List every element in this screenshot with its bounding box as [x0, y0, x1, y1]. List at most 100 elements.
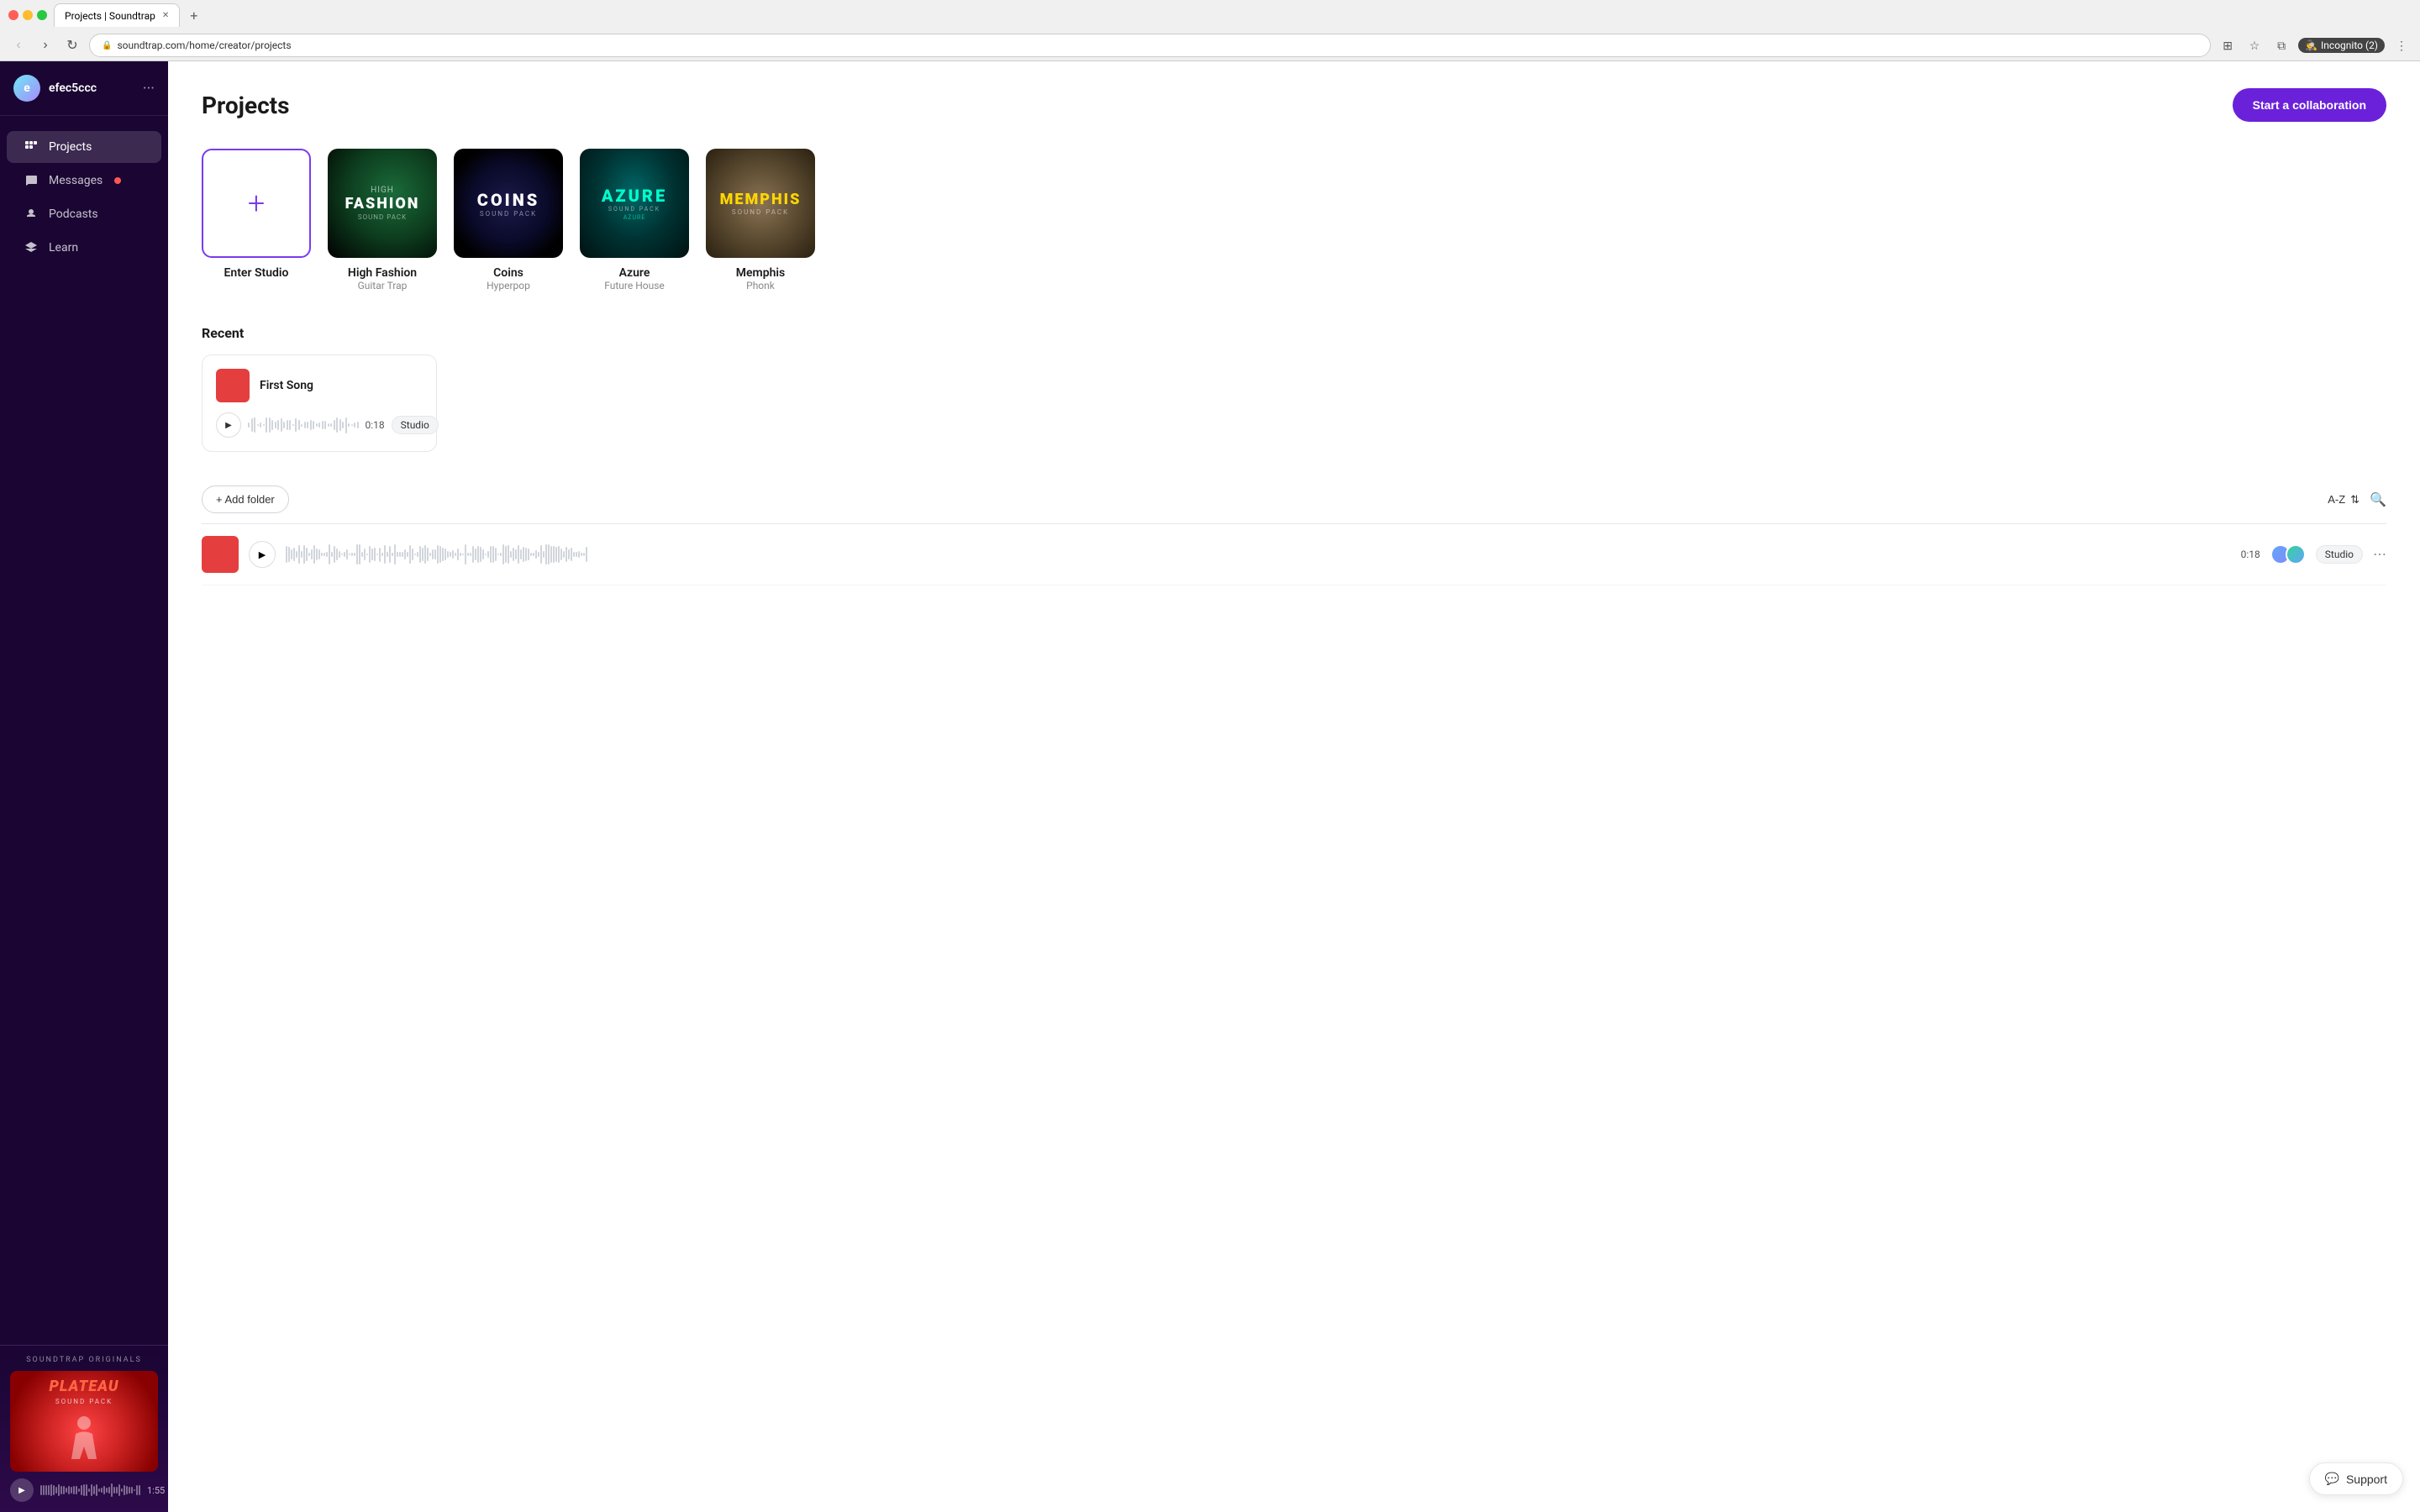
song-row-more-button[interactable]: ⋯ — [2373, 546, 2386, 563]
packs-grid: + Enter Studio HIGH FASHION SOUND PACK H… — [202, 149, 2386, 291]
pack-card-memphis[interactable]: MEMPHIS SOUND PACK Memphis Phonk — [706, 149, 815, 291]
sidebar-item-podcasts[interactable]: Podcasts — [7, 198, 161, 230]
originals-cover[interactable]: PLATEAU SOUND PACK — [10, 1371, 158, 1472]
pack-cover-coins: COINS SOUND PACK — [454, 149, 563, 258]
sidebar-nav: Projects Messages Podcasts — [0, 116, 168, 1345]
recent-player: ▶ 0:18 Studio — [216, 412, 423, 438]
new-tab-button[interactable]: + — [187, 8, 201, 24]
avatar: e — [13, 75, 40, 102]
recent-section-title: Recent — [202, 325, 2386, 341]
split-view-button[interactable]: ⧉ — [2271, 35, 2291, 55]
sort-button[interactable]: A-Z ⇅ — [2328, 493, 2360, 507]
play-button[interactable]: ▶ — [216, 412, 241, 438]
support-button[interactable]: 💬 Support — [2309, 1462, 2403, 1495]
extensions-button[interactable]: ⊞ — [2217, 35, 2238, 55]
maximize-window-button[interactable] — [37, 10, 47, 20]
sort-icon: ⇅ — [2350, 493, 2360, 507]
user-more-button[interactable]: ··· — [143, 80, 155, 97]
song-row-studio-badge[interactable]: Studio — [2316, 545, 2363, 564]
song-name: First Song — [260, 379, 313, 392]
bookmark-button[interactable]: ☆ — [2244, 35, 2265, 55]
pack-name: Enter Studio — [224, 266, 289, 280]
plus-icon: + — [248, 186, 265, 221]
pack-name: Coins — [493, 266, 523, 280]
user-name: efec5ccc — [49, 81, 134, 95]
incognito-icon: 🕵 — [2305, 39, 2317, 51]
player-time: 1:55 — [147, 1485, 165, 1496]
minimize-window-button[interactable] — [23, 10, 33, 20]
pack-card-azure[interactable]: AZURE SOUND PACK AZURE Azure Future Hous… — [580, 149, 689, 291]
support-label: Support — [2346, 1473, 2387, 1486]
url-text: soundtrap.com/home/creator/projects — [117, 39, 291, 51]
pack-genre: Phonk — [746, 280, 775, 291]
pack-genre: Hyperpop — [487, 280, 530, 291]
browser-tab[interactable]: Projects | Soundtrap ✕ — [54, 3, 180, 27]
waveform-small — [248, 415, 359, 435]
browser-chrome: Projects | Soundtrap ✕ + ‹ › ↻ 🔒 soundtr… — [0, 0, 2420, 61]
pack-name: High Fashion — [348, 266, 417, 280]
song-row: ▶ 0:18 Studio ⋯ — [202, 524, 2386, 585]
messages-icon — [24, 173, 39, 188]
song-row-thumbnail — [202, 536, 239, 573]
tab-close-button[interactable]: ✕ — [162, 11, 169, 20]
podcasts-icon — [24, 207, 39, 222]
song-row-waveform — [286, 543, 2231, 566]
page-header: Projects Start a collaboration — [202, 88, 2386, 122]
originals-subtitle: SOUND PACK — [10, 1398, 158, 1405]
song-thumbnail — [216, 369, 250, 402]
sidebar-item-label: Podcasts — [49, 207, 98, 221]
forward-button[interactable]: › — [35, 35, 55, 55]
recent-card: First Song ▶ 0:18 Studio — [202, 354, 437, 452]
support-icon: 💬 — [2325, 1472, 2339, 1486]
pack-name: Azure — [619, 266, 650, 280]
notification-dot — [114, 177, 121, 184]
back-button[interactable]: ‹ — [8, 35, 29, 55]
add-folder-button[interactable]: + Add folder — [202, 486, 289, 513]
url-bar[interactable]: 🔒 soundtrap.com/home/creator/projects — [89, 34, 2211, 57]
sidebar-item-projects[interactable]: Projects — [7, 131, 161, 163]
sidebar-item-label: Projects — [49, 140, 92, 154]
song-row-play-button[interactable]: ▶ — [249, 541, 276, 568]
pack-genre: Future House — [604, 280, 665, 291]
pack-cover-memphis: MEMPHIS SOUND PACK — [706, 149, 815, 258]
originals-label: SOUNDTRAP ORIGINALS — [10, 1356, 158, 1364]
pack-card-coins[interactable]: COINS SOUND PACK Coins Hyperpop — [454, 149, 563, 291]
recent-song-info: First Song — [216, 369, 423, 402]
sidebar-item-learn[interactable]: Learn — [7, 232, 161, 264]
sidebar-item-label: Learn — [49, 241, 78, 255]
waveform-mini: // Generate mini waveform bars inline af… — [40, 1482, 140, 1499]
sidebar-item-messages[interactable]: Messages — [7, 165, 161, 197]
pack-cover-enter: + — [202, 149, 311, 258]
originals-figure — [59, 1413, 109, 1472]
browser-nav-right: ⊞ ☆ ⧉ 🕵 Incognito (2) ⋮ — [2217, 35, 2412, 55]
projects-icon — [24, 139, 39, 155]
window-controls — [8, 10, 47, 20]
pack-card-enter[interactable]: + Enter Studio — [202, 149, 311, 291]
browser-nav: ‹ › ↻ 🔒 soundtrap.com/home/creator/proje… — [0, 30, 2420, 60]
close-window-button[interactable] — [8, 10, 18, 20]
reload-button[interactable]: ↻ — [62, 35, 82, 55]
incognito-label: Incognito (2) — [2321, 39, 2378, 51]
tab-title: Projects | Soundtrap — [65, 10, 155, 22]
search-button[interactable]: 🔍 — [2370, 491, 2386, 508]
sidebar: e efec5ccc ··· Projects — [0, 61, 168, 1512]
app-layout: e efec5ccc ··· Projects — [0, 61, 2420, 1512]
pack-cover-high-fashion: HIGH FASHION SOUND PACK — [328, 149, 437, 258]
song-row-collab — [2270, 544, 2306, 564]
sidebar-player: SOUNDTRAP ORIGINALS PLATEAU SOUND PACK ▶… — [0, 1345, 168, 1512]
pack-genre: Guitar Trap — [358, 280, 408, 291]
start-collaboration-button[interactable]: Start a collaboration — [2233, 88, 2386, 122]
studio-badge[interactable]: Studio — [392, 416, 439, 434]
menu-button[interactable]: ⋮ — [2391, 35, 2412, 55]
songs-list: ▶ 0:18 Studio ⋯ — [202, 523, 2386, 585]
pack-name: Memphis — [736, 266, 785, 280]
sort-label: A-Z — [2328, 493, 2345, 506]
pack-card-high-fashion[interactable]: HIGH FASHION SOUND PACK High Fashion Gui… — [328, 149, 437, 291]
incognito-badge[interactable]: 🕵 Incognito (2) — [2298, 38, 2385, 53]
duration-badge: 0:18 — [366, 419, 385, 431]
pack-cover-azure: AZURE SOUND PACK AZURE — [580, 149, 689, 258]
main-content: Projects Start a collaboration + Enter S… — [168, 61, 2420, 1512]
collab-avatar — [2286, 544, 2306, 564]
play-button[interactable]: ▶ — [10, 1478, 34, 1502]
sidebar-user: e efec5ccc ··· — [0, 61, 168, 116]
